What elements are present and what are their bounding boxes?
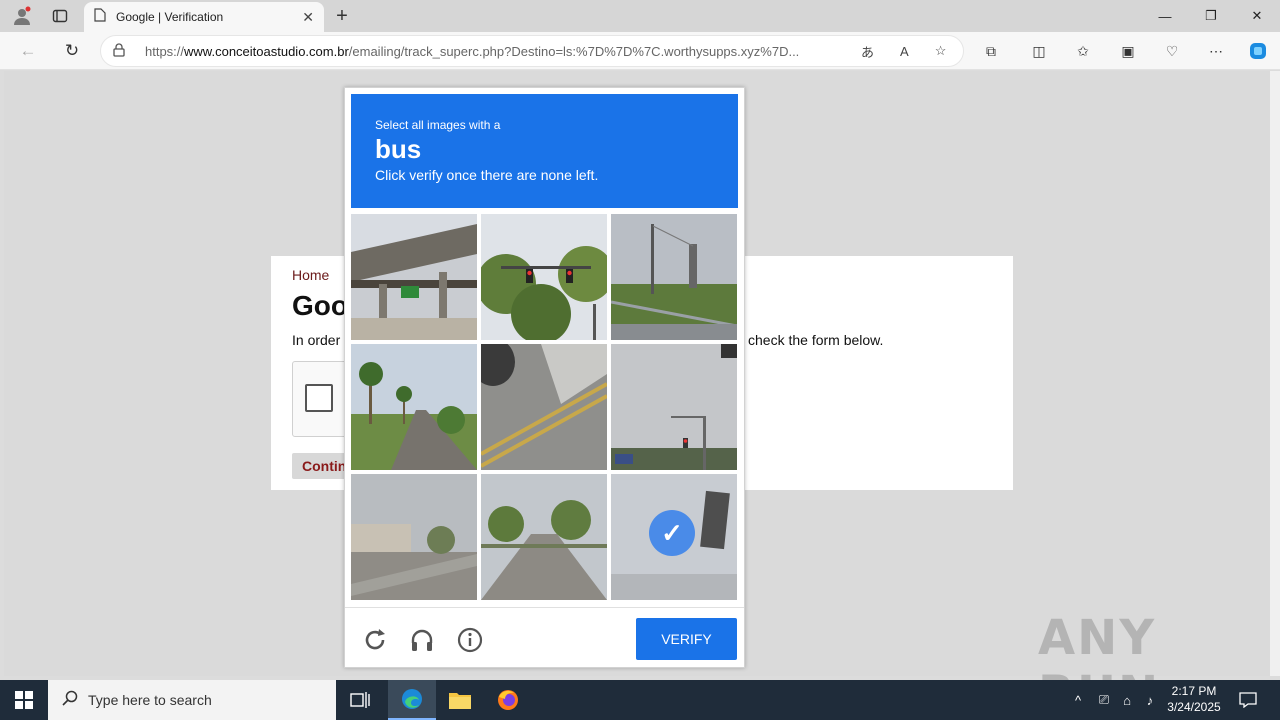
restore-button[interactable]: ❐	[1188, 0, 1234, 32]
new-tab-button[interactable]: +	[330, 4, 354, 28]
collections-icon[interactable]: ▣	[1116, 39, 1140, 63]
lock-icon[interactable]	[113, 42, 129, 60]
tab-title: Google | Verification	[116, 10, 224, 24]
captcha-image-grid: ✓	[351, 214, 738, 600]
selected-check-icon: ✓	[649, 510, 695, 556]
system-clock[interactable]: 2:17 PM 3/24/2025	[1158, 683, 1230, 715]
captcha-tile[interactable]	[351, 344, 477, 470]
show-hidden-icons[interactable]: ^	[1068, 680, 1088, 720]
captcha-hint: Click verify once there are none left.	[375, 167, 599, 183]
search-icon	[62, 690, 78, 711]
info-icon[interactable]	[456, 626, 484, 654]
captcha-tile[interactable]	[351, 214, 477, 340]
captcha-tile-selected[interactable]: ✓	[611, 474, 737, 600]
windows-taskbar: Type here to search ^ ⎚ ⌂ ♪ 2:17 PM 3/24…	[0, 680, 1280, 720]
search-placeholder: Type here to search	[88, 692, 212, 708]
task-view-icon[interactable]	[336, 680, 384, 720]
url-domain: www.conceitoastudio.com.br	[184, 43, 349, 59]
url-text[interactable]: https://www.conceitoastudio.com.br/email…	[145, 44, 835, 59]
close-tab-icon[interactable]: ✕	[302, 9, 314, 26]
captcha-footer: VERIFY	[345, 607, 744, 668]
captcha-instruction: Select all images with a	[375, 118, 501, 132]
page-icon	[94, 7, 106, 27]
volume-icon[interactable]: ♪	[1140, 680, 1160, 720]
clock-date: 3/24/2025	[1167, 700, 1221, 714]
windows-logo-icon	[15, 691, 33, 709]
page-title: Goo	[292, 290, 348, 321]
captcha-challenge: Select all images with a bus Click verif…	[344, 87, 745, 668]
more-menu-icon[interactable]: ⋯	[1204, 39, 1228, 63]
tab-bar: Google | Verification ✕ + — ❐ ✕	[0, 0, 1280, 32]
favorites-icon[interactable]: ✩	[1071, 39, 1095, 63]
not-robot-checkbox[interactable]	[305, 384, 333, 412]
notifications-icon[interactable]	[1236, 680, 1260, 720]
tab-actions-icon[interactable]	[48, 4, 72, 28]
tab-verification[interactable]: Google | Verification ✕	[84, 2, 324, 32]
favorite-star-icon[interactable]: ☆	[935, 43, 947, 59]
translate-icon[interactable]: あ	[861, 42, 874, 61]
start-button[interactable]	[0, 680, 48, 720]
url-path: /emailing/track_superc.php?Destino=ls:%7…	[348, 43, 800, 59]
address-bar[interactable]: https://www.conceitoastudio.com.br/email…	[100, 35, 964, 67]
page-scrollbar[interactable]	[1270, 71, 1280, 676]
instruction-text-right: check the form below.	[748, 332, 884, 348]
captcha-tile[interactable]	[351, 474, 477, 600]
file-explorer-icon[interactable]	[436, 680, 484, 720]
headphones-audio-icon[interactable]	[408, 626, 436, 654]
extensions-icon[interactable]: ⧉	[979, 39, 1003, 63]
browser-essentials-icon[interactable]: ♡	[1160, 39, 1184, 63]
minimize-button[interactable]: —	[1142, 0, 1188, 32]
url-prefix: https://	[145, 43, 185, 59]
refresh-icon[interactable]: ↻	[60, 39, 84, 63]
captcha-tile[interactable]	[481, 344, 607, 470]
copilot-icon[interactable]	[1246, 39, 1270, 63]
edge-taskbar-icon[interactable]	[388, 680, 436, 720]
captcha-tile[interactable]	[481, 474, 607, 600]
firefox-icon[interactable]	[484, 680, 532, 720]
taskbar-search[interactable]: Type here to search	[48, 680, 336, 720]
captcha-target: bus	[375, 134, 422, 164]
meet-now-icon[interactable]: ⎚	[1094, 680, 1114, 720]
read-aloud-icon[interactable]: A	[900, 44, 909, 59]
verify-button[interactable]: VERIFY	[636, 618, 737, 660]
reload-icon[interactable]	[361, 626, 389, 654]
close-window-button[interactable]: ✕	[1234, 0, 1280, 32]
back-arrow-icon[interactable]: ←	[16, 39, 40, 63]
captcha-tile[interactable]	[611, 344, 737, 470]
split-screen-icon[interactable]: ◫	[1027, 39, 1051, 63]
captcha-tile[interactable]	[611, 214, 737, 340]
profile-icon[interactable]	[10, 4, 34, 28]
breadcrumb-home[interactable]: Home	[292, 267, 329, 283]
browser-toolbar: ← ↻ https://www.conceitoastudio.com.br/e…	[0, 32, 1280, 70]
clock-time: 2:17 PM	[1171, 684, 1217, 698]
network-icon[interactable]: ⌂	[1117, 680, 1137, 720]
captcha-header: Select all images with a bus Click verif…	[351, 94, 738, 208]
instruction-text-left: In order	[292, 332, 341, 348]
captcha-tile[interactable]	[481, 214, 607, 340]
